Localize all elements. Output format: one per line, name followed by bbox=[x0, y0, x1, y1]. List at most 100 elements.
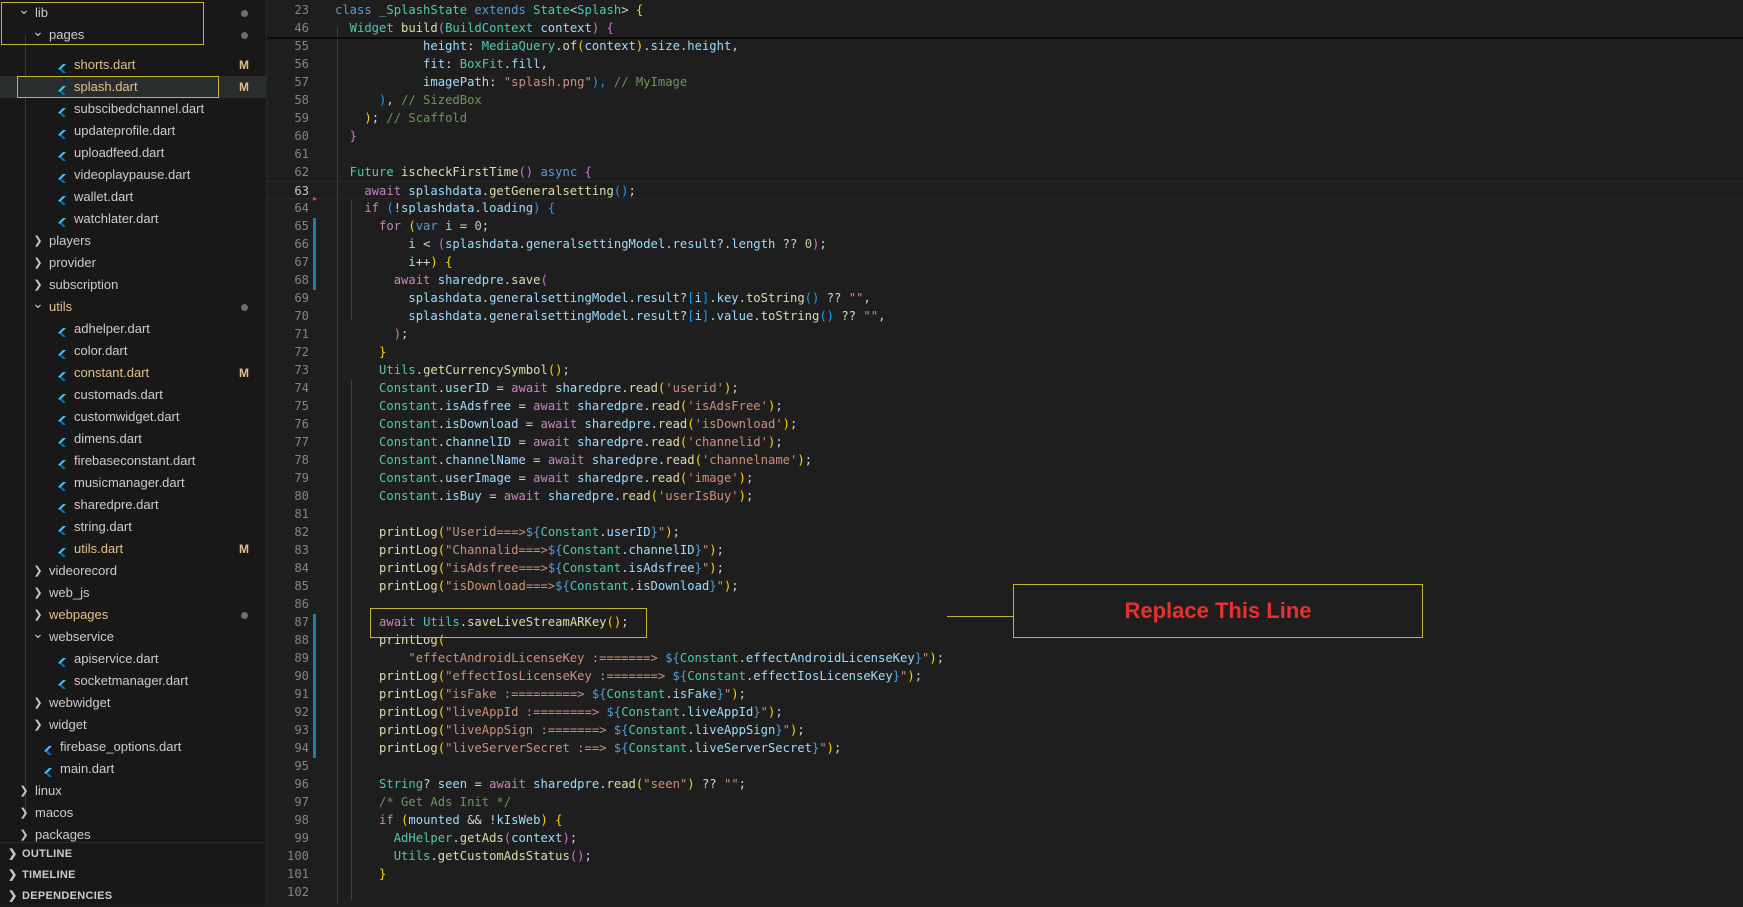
code-line[interactable]: 70 splashdata.generalsettingModel.result… bbox=[267, 307, 1743, 325]
code-line[interactable]: 64 if (!splashdata.loading) { bbox=[267, 199, 1743, 217]
code-line[interactable]: 81 bbox=[267, 505, 1743, 523]
tree-file[interactable]: updateprofile.dart bbox=[0, 120, 266, 142]
tree-folder[interactable]: ❯ web_js bbox=[0, 582, 266, 604]
code-line[interactable]: 66 i < (splashdata.generalsettingModel.r… bbox=[267, 235, 1743, 253]
code-line[interactable]: 73 Utils.getCurrencySymbol(); bbox=[267, 361, 1743, 379]
code-line[interactable]: 102 bbox=[267, 883, 1743, 901]
tree-file[interactable]: main.dart bbox=[0, 758, 266, 780]
code-line[interactable]: 100 Utils.getCustomAdsStatus(); bbox=[267, 847, 1743, 865]
tree-file[interactable]: wallet.dart bbox=[0, 186, 266, 208]
tree-folder[interactable]: ⌄ utils bbox=[0, 296, 266, 318]
tree-file[interactable]: apiservice.dart bbox=[0, 648, 266, 670]
chevron-right-icon[interactable]: ❯ bbox=[32, 582, 44, 604]
code-line[interactable]: 91 printLog("isFake :=========> ${Consta… bbox=[267, 685, 1743, 703]
tree-folder[interactable]: ❯ provider bbox=[0, 252, 266, 274]
code-line[interactable]: 59 ); // Scaffold bbox=[267, 109, 1743, 127]
code-line[interactable]: 57 imagePath: "splash.png"), // MyImage bbox=[267, 73, 1743, 91]
code-line[interactable]: 69 splashdata.generalsettingModel.result… bbox=[267, 289, 1743, 307]
code-line[interactable]: 98 if (mounted && !kIsWeb) { bbox=[267, 811, 1743, 829]
chevron-right-icon[interactable]: ❯ bbox=[32, 604, 44, 626]
tree-folder[interactable]: ❯ macos bbox=[0, 802, 266, 824]
tree-file[interactable]: sharedpre.dart bbox=[0, 494, 266, 516]
code-line[interactable]: 72 } bbox=[267, 343, 1743, 361]
chevron-right-icon[interactable]: ❯ bbox=[32, 252, 44, 274]
chevron-right-icon[interactable]: ❯ bbox=[32, 560, 44, 582]
code-line[interactable]: 96 String? seen = await sharedpre.read("… bbox=[267, 775, 1743, 793]
outline-panel-header[interactable]: ❯ OUTLINE bbox=[0, 843, 266, 865]
code-line[interactable]: 82 printLog("Userid===>${Constant.userID… bbox=[267, 523, 1743, 541]
code-line[interactable]: 68 await sharedpre.save( bbox=[267, 271, 1743, 289]
code-line[interactable]: 56 fit: BoxFit.fill, bbox=[267, 55, 1743, 73]
code-line[interactable]: 84 printLog("isAdsfree===>${Constant.isA… bbox=[267, 559, 1743, 577]
code-line[interactable]: 90 printLog("effectIosLicenseKey :======… bbox=[267, 667, 1743, 685]
chevron-right-icon[interactable]: ❯ bbox=[18, 802, 30, 824]
code-line[interactable]: 85 printLog("isDownload===>${Constant.is… bbox=[267, 577, 1743, 595]
code-line[interactable]: 67 i++) { bbox=[267, 253, 1743, 271]
code-line[interactable]: 93 printLog("liveAppSign :=======> ${Con… bbox=[267, 721, 1743, 739]
tree-folder[interactable]: ❯ linux bbox=[0, 780, 266, 802]
code-line[interactable]: 60 } bbox=[267, 127, 1743, 145]
tree-file[interactable]: socketmanager.dart bbox=[0, 670, 266, 692]
code-line[interactable]: 58 ), // SizedBox bbox=[267, 91, 1743, 109]
tree-file[interactable]: musicmanager.dart bbox=[0, 472, 266, 494]
tree-folder[interactable]: ❯ videorecord bbox=[0, 560, 266, 582]
code-line[interactable]: 95 bbox=[267, 757, 1743, 775]
chevron-right-icon[interactable]: ❯ bbox=[18, 780, 30, 802]
dependencies-panel-header[interactable]: ❯ DEPENDENCIES bbox=[0, 885, 266, 907]
tree-file[interactable]: watchlater.dart bbox=[0, 208, 266, 230]
code-line[interactable]: 94 printLog("liveServerSecret :==> ${Con… bbox=[267, 739, 1743, 757]
tree-file[interactable]: utils.dart M bbox=[0, 538, 266, 560]
tree-file[interactable]: adhelper.dart bbox=[0, 318, 266, 340]
code-editor[interactable]: 23 class _SplashState extends State < Splas… bbox=[267, 0, 1743, 905]
tree-file[interactable]: subscibedchannel.dart bbox=[0, 98, 266, 120]
code-line[interactable]: 83 printLog("Channalid===>${Constant.cha… bbox=[267, 541, 1743, 559]
tree-folder[interactable]: ❯ widget bbox=[0, 714, 266, 736]
tree-folder[interactable]: ❯ webwidget bbox=[0, 692, 266, 714]
code-line[interactable]: 99 AdHelper.getAds(context); bbox=[267, 829, 1743, 847]
file-tree[interactable]: ⌄ lib ⌄ pages shorts.dart Msplash.dart Msubsci… bbox=[0, 0, 266, 842]
chevron-down-icon[interactable]: ⌄ bbox=[32, 296, 44, 310]
tree-folder[interactable]: ❯ players bbox=[0, 230, 266, 252]
code-line[interactable]: 77 Constant.channelID = await sharedpre.… bbox=[267, 433, 1743, 451]
chevron-right-icon[interactable]: ❯ bbox=[32, 274, 44, 296]
code-line[interactable]: 63 await splashdata.getGeneralsetting(); bbox=[267, 181, 1743, 199]
code-line[interactable]: 97 /* Get Ads Init */ bbox=[267, 793, 1743, 811]
code-line[interactable]: 62 Future ischeckFirstTime() async { bbox=[267, 163, 1743, 181]
chevron-right-icon[interactable]: ❯ bbox=[32, 714, 44, 736]
tree-folder[interactable]: ❯ packages bbox=[0, 824, 266, 842]
code-line[interactable]: 76 Constant.isDownload = await sharedpre… bbox=[267, 415, 1743, 433]
code-line[interactable]: 74 Constant.userID = await sharedpre.rea… bbox=[267, 379, 1743, 397]
code-line[interactable]: 80 Constant.isBuy = await sharedpre.read… bbox=[267, 487, 1743, 505]
code-line[interactable]: 75 Constant.isAdsfree = await sharedpre.… bbox=[267, 397, 1743, 415]
code-line[interactable]: 23 class _SplashState extends State<Splas… bbox=[267, 1, 1743, 19]
tree-file[interactable]: constant.dart M bbox=[0, 362, 266, 384]
code-line[interactable]: 78 Constant.channelName = await sharedpr… bbox=[267, 451, 1743, 469]
tree-file[interactable]: string.dart bbox=[0, 516, 266, 538]
code-line[interactable]: 65 for (var i = 0; bbox=[267, 217, 1743, 235]
tree-file[interactable]: firebaseconstant.dart bbox=[0, 450, 266, 472]
timeline-panel-header[interactable]: ❯ TIMELINE bbox=[0, 864, 266, 886]
code-line[interactable]: 89 "effectAndroidLicenseKey :=======> ${… bbox=[267, 649, 1743, 667]
code-line[interactable]: 101 } bbox=[267, 865, 1743, 883]
tree-folder[interactable]: ⌄ webservice bbox=[0, 626, 266, 648]
code-line[interactable]: 92 printLog("liveAppId :========> ${Cons… bbox=[267, 703, 1743, 721]
tree-file[interactable]: color.dart bbox=[0, 340, 266, 362]
tree-folder[interactable]: ❯ subscription bbox=[0, 274, 266, 296]
chevron-right-icon[interactable]: ❯ bbox=[32, 230, 44, 252]
tree-folder[interactable]: ❯ webpages bbox=[0, 604, 266, 626]
code-line[interactable]: 55 height: MediaQuery.of(context).size.h… bbox=[267, 37, 1743, 55]
tree-file[interactable]: dimens.dart bbox=[0, 428, 266, 450]
chevron-right-icon[interactable]: ❯ bbox=[32, 692, 44, 714]
tree-file[interactable]: shorts.dart M bbox=[0, 54, 266, 76]
code-line[interactable]: 46 Widget build(BuildContext context) { bbox=[267, 19, 1743, 37]
tree-file[interactable]: uploadfeed.dart bbox=[0, 142, 266, 164]
code-line[interactable]: 79 Constant.userImage = await sharedpre.… bbox=[267, 469, 1743, 487]
chevron-right-icon[interactable]: ❯ bbox=[18, 824, 30, 842]
code-line[interactable]: 71 ); bbox=[267, 325, 1743, 343]
tree-file[interactable]: customads.dart bbox=[0, 384, 266, 406]
code-line[interactable]: 61 bbox=[267, 145, 1743, 163]
tree-file[interactable]: videoplaypause.dart bbox=[0, 164, 266, 186]
chevron-down-icon[interactable]: ⌄ bbox=[32, 626, 44, 640]
tree-file[interactable]: customwidget.dart bbox=[0, 406, 266, 428]
tree-file[interactable]: firebase_options.dart bbox=[0, 736, 266, 758]
